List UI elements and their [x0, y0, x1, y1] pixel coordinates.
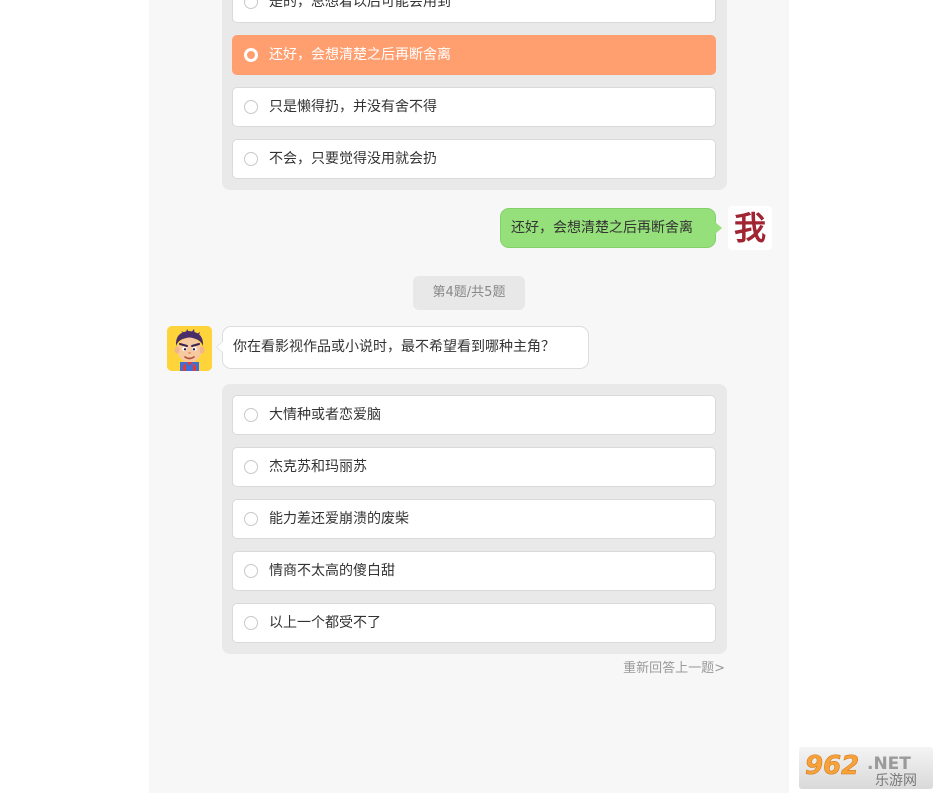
option-label: 还好，会想清楚之后再断舍离: [269, 47, 451, 63]
logo-sub: 乐游网: [875, 773, 917, 789]
option-label: 以上一个都受不了: [269, 615, 381, 631]
option-prev-3[interactable]: 只是懒得扔，并没有舍不得: [232, 87, 716, 127]
option-5[interactable]: 以上一个都受不了: [232, 603, 716, 643]
option-4[interactable]: 情商不太高的傻白甜: [232, 551, 716, 591]
my-reply-text: 还好，会想清楚之后再断舍离: [511, 220, 693, 236]
site-logo-icon: 962 .NET 乐游网: [805, 751, 917, 789]
my-avatar: 我: [728, 206, 772, 250]
option-label: 杰克苏和玛丽苏: [269, 459, 367, 475]
option-label: 情商不太高的傻白甜: [269, 563, 395, 579]
option-label: 只是懒得扔，并没有舍不得: [269, 99, 437, 115]
bot-avatar: [167, 326, 212, 371]
my-avatar-char: 我: [733, 209, 766, 247]
radio-icon: [244, 152, 258, 166]
option-label: 是的，总想着以后可能会用到: [269, 0, 451, 10]
radio-checked-icon: [244, 48, 258, 62]
radio-icon: [244, 616, 258, 630]
option-1[interactable]: 大情种或者恋爱脑: [232, 395, 716, 435]
redo-previous-link[interactable]: 重新回答上一题>: [623, 660, 725, 678]
radio-icon: [244, 564, 258, 578]
logo-suffix: .NET: [867, 754, 911, 774]
progress-badge: 第4题/共5题: [413, 276, 525, 310]
my-reply-bubble: 还好，会想清楚之后再断舍离: [500, 208, 722, 248]
option-prev-4[interactable]: 不会，只要觉得没用就会扔: [232, 139, 716, 179]
radio-icon: [244, 460, 258, 474]
option-prev-1[interactable]: 是的，总想着以后可能会用到: [232, 0, 716, 23]
option-label: 大情种或者恋爱脑: [269, 407, 381, 423]
option-label: 能力差还爱崩溃的废柴: [269, 511, 409, 527]
radio-icon: [244, 100, 258, 114]
cartoon-boy-icon: [167, 326, 212, 371]
radio-icon: [244, 408, 258, 422]
site-watermark: 962 .NET 乐游网: [799, 747, 933, 789]
question-bubble: 你在看影视作品或小说时，最不希望看到哪种主角？: [216, 326, 589, 369]
logo-number: 962: [805, 751, 859, 781]
radio-icon: [244, 512, 258, 526]
question-text: 你在看影视作品或小说时，最不希望看到哪种主角？: [233, 339, 555, 355]
option-label: 不会，只要觉得没用就会扔: [269, 151, 437, 167]
option-3[interactable]: 能力差还爱崩溃的废柴: [232, 499, 716, 539]
option-2[interactable]: 杰克苏和玛丽苏: [232, 447, 716, 487]
radio-icon: [244, 0, 258, 9]
option-prev-2-selected[interactable]: 还好，会想清楚之后再断舍离: [232, 35, 716, 75]
